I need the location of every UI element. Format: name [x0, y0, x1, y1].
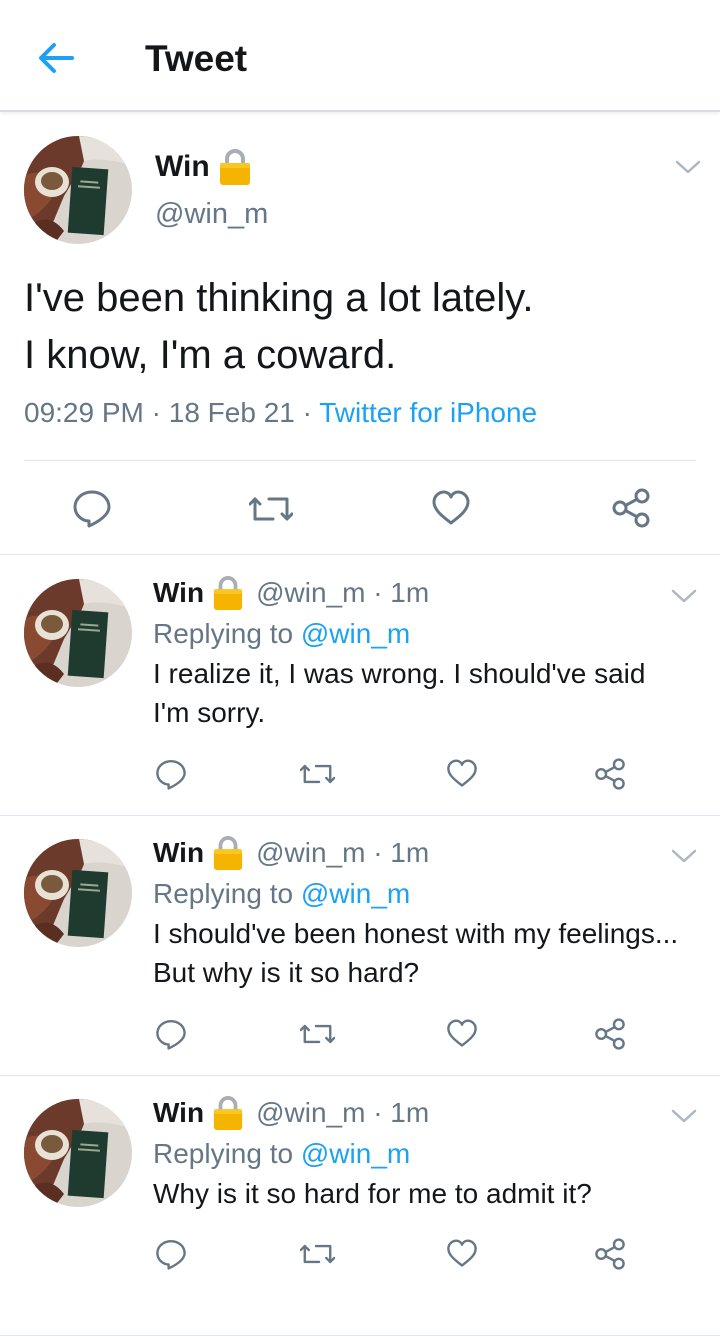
- lock-icon: [212, 575, 244, 611]
- lock-icon: [212, 835, 244, 871]
- replying-to: Replying to @win_m: [153, 1138, 410, 1170]
- replying-to: Replying to @win_m: [153, 618, 410, 650]
- mention-link[interactable]: @win_m: [301, 1138, 410, 1169]
- reply-text: I should've been honest with my feelings…: [153, 918, 679, 988]
- chevron-down-icon[interactable]: [670, 1107, 698, 1125]
- tweet-text: I've been thinking a lot lately. I know,…: [24, 270, 704, 384]
- tweet-date: 18 Feb 21: [168, 397, 295, 428]
- chevron-down-icon[interactable]: [670, 847, 698, 865]
- author-name-row[interactable]: Win: [155, 148, 252, 186]
- reply-header: Win @win_m · 1m: [153, 835, 429, 871]
- page-title: Tweet: [145, 38, 248, 79]
- reply-header: Win @win_m · 1m: [153, 1095, 429, 1131]
- author-name[interactable]: Win: [153, 577, 204, 609]
- reply-tweet[interactable]: Win @win_m · 1m Replying to @win_m Why i…: [0, 1075, 720, 1336]
- author-name[interactable]: Win: [153, 1097, 204, 1129]
- tweet-text-line: I know, I'm a coward.: [24, 333, 397, 377]
- mention-link[interactable]: @win_m: [301, 618, 410, 649]
- meta-separator: ·: [143, 397, 169, 428]
- top-bar: Tweet: [0, 0, 720, 112]
- tweet-meta: 09:29 PM · 18 Feb 21 · Twitter for iPhon…: [24, 397, 537, 429]
- arrow-left-icon[interactable]: [34, 36, 78, 80]
- meta-separator: ·: [294, 397, 320, 428]
- avatar[interactable]: [24, 579, 132, 687]
- handle-time: @win_m · 1m: [256, 1097, 430, 1128]
- tweet-time: 09:29 PM: [24, 397, 144, 428]
- reply-icon[interactable]: [155, 1238, 187, 1270]
- retweet-icon[interactable]: [300, 1018, 335, 1050]
- share-icon[interactable]: [611, 488, 651, 528]
- share-icon[interactable]: [594, 1238, 626, 1270]
- lock-icon: [212, 1095, 244, 1131]
- retweet-icon[interactable]: [300, 1238, 335, 1270]
- reply-icon[interactable]: [155, 758, 187, 790]
- like-icon[interactable]: [446, 758, 478, 789]
- replying-to: Replying to @win_m: [153, 878, 410, 910]
- author-name[interactable]: Win: [155, 150, 210, 184]
- avatar[interactable]: [24, 839, 132, 947]
- reply-icon[interactable]: [155, 1018, 187, 1050]
- like-icon[interactable]: [446, 1018, 478, 1049]
- reply-text: I realize it, I was wrong. I should've s…: [153, 658, 646, 728]
- retweet-icon[interactable]: [300, 758, 335, 790]
- reply-icon[interactable]: [72, 488, 112, 528]
- replying-label: Replying to: [153, 878, 294, 909]
- avatar[interactable]: [24, 136, 132, 244]
- like-icon[interactable]: [431, 489, 471, 527]
- tweet-source-link[interactable]: Twitter for iPhone: [319, 397, 537, 428]
- reply-text: Why is it so hard for me to admit it?: [153, 1178, 592, 1209]
- avatar[interactable]: [24, 1099, 132, 1207]
- mention-link[interactable]: @win_m: [301, 878, 410, 909]
- author-name[interactable]: Win: [153, 837, 204, 869]
- chevron-down-icon[interactable]: [670, 587, 698, 605]
- handle-time: @win_m · 1m: [256, 837, 430, 868]
- reply-tweet[interactable]: Win @win_m · 1m Replying to @win_m I sho…: [0, 815, 720, 1076]
- author-handle[interactable]: @win_m: [155, 198, 268, 231]
- chevron-down-icon[interactable]: [674, 158, 702, 176]
- tweet-text-line: I've been thinking a lot lately.: [24, 276, 534, 320]
- share-icon[interactable]: [594, 1018, 626, 1050]
- lock-icon: [218, 148, 252, 186]
- replying-label: Replying to: [153, 1138, 294, 1169]
- like-icon[interactable]: [446, 1238, 478, 1269]
- retweet-icon[interactable]: [249, 489, 293, 529]
- replying-label: Replying to: [153, 618, 294, 649]
- reply-header: Win @win_m · 1m: [153, 575, 429, 611]
- share-icon[interactable]: [594, 758, 626, 790]
- divider: [24, 460, 696, 461]
- reply-tweet[interactable]: Win @win_m · 1m Replying to @win_m I rea…: [0, 555, 720, 816]
- main-tweet: Win @win_m I've been thinking a lot late…: [0, 112, 720, 555]
- handle-time: @win_m · 1m: [256, 577, 430, 608]
